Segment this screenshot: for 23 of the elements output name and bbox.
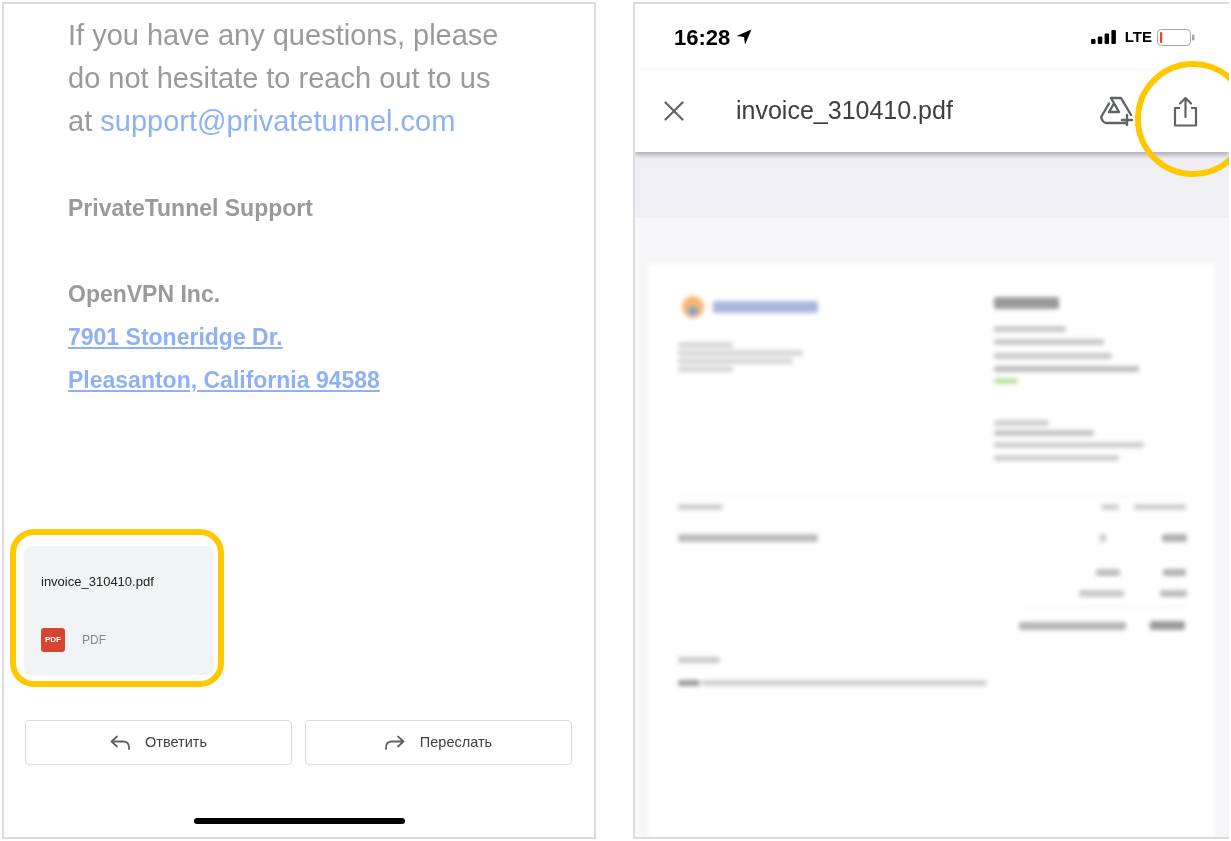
document-title: invoice_310410.pdf <box>736 95 953 127</box>
clock-time: 16:28 <box>674 23 731 52</box>
attachment-card[interactable]: invoice_310410.pdf PDF PDF <box>24 546 214 675</box>
file-name: invoice_310410.pdf <box>41 574 154 590</box>
share-button[interactable] <box>1173 95 1198 127</box>
add-button[interactable] <box>1100 96 1133 126</box>
signature-text: PrivateTunnel Support <box>68 194 313 223</box>
reply-arrow-icon <box>110 735 130 750</box>
reply-button[interactable]: Ответить <box>25 720 292 765</box>
company-text: OpenVPN Inc. <box>68 280 221 309</box>
pdf-file-icon: PDF <box>41 628 65 652</box>
forward-arrow-icon <box>384 735 405 750</box>
signal-bars-icon <box>1090 30 1116 44</box>
file-type: PDF <box>82 632 106 649</box>
forward-button[interactable]: Переслать <box>305 720 572 765</box>
network-type: LTE <box>1124 26 1152 47</box>
close-icon <box>664 101 684 121</box>
share-icon <box>1173 95 1198 127</box>
close-button[interactable] <box>664 101 684 121</box>
triangle-plus-icon <box>1100 96 1133 126</box>
location-arrow-icon <box>736 29 753 45</box>
email-paragraph: If you have any questions, please do not hesitate to reach out to us at support@privatetunnel.com <box>68 18 500 139</box>
battery-icon <box>1157 28 1195 46</box>
